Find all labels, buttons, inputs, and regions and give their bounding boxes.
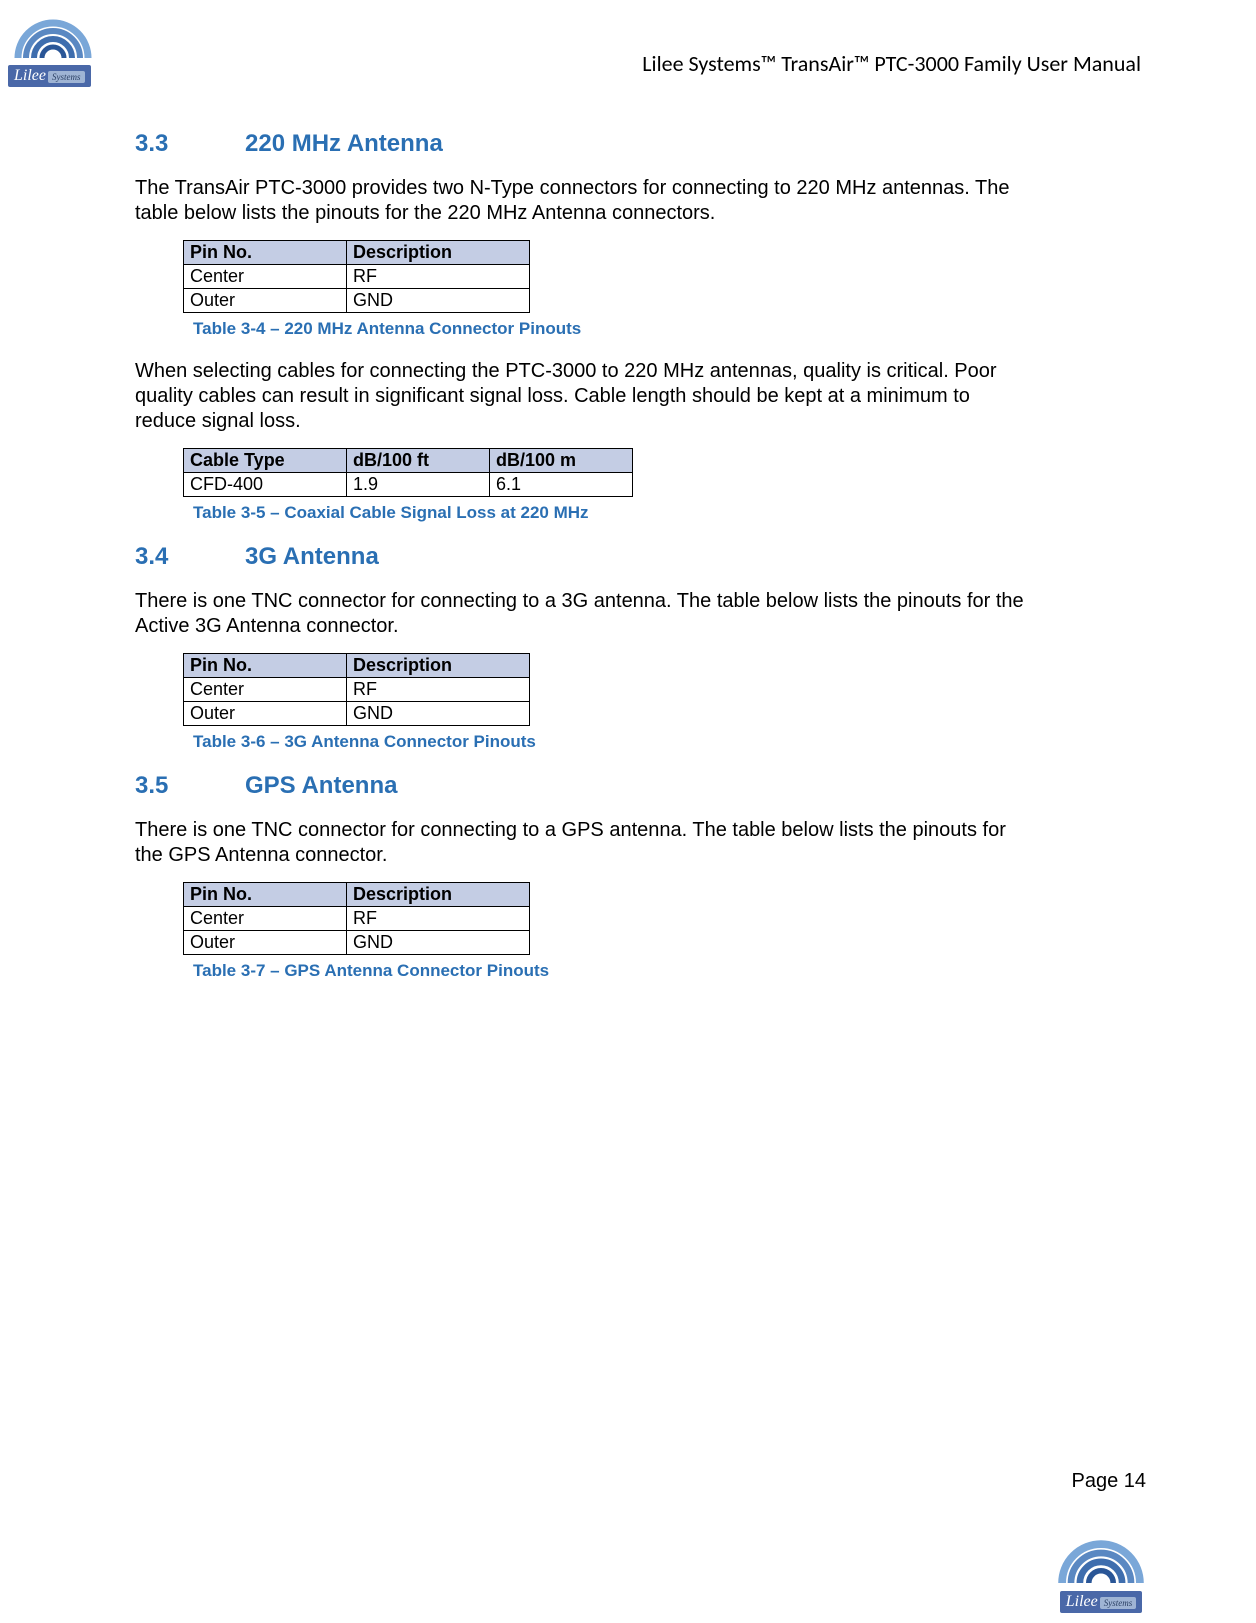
cell: Outer [184, 931, 347, 955]
th-cable-type: Cable Type [184, 449, 347, 473]
arc-icon [1051, 1527, 1151, 1589]
arc-icon [8, 8, 98, 63]
table-3-6: Pin No. Description Center RF Outer GND [183, 653, 1035, 726]
section-heading-3-4: 3.43G Antenna [135, 543, 1035, 571]
brand-badge: LileeSystems [1060, 1591, 1143, 1613]
th-pin-no: Pin No. [184, 654, 347, 678]
th-description: Description [347, 654, 530, 678]
cell: RF [347, 265, 530, 289]
th-description: Description [347, 241, 530, 265]
section-number: 3.5 [135, 772, 245, 800]
table-caption-3-6: Table 3-6 – 3G Antenna Connector Pinouts [193, 732, 1035, 752]
table-row: Center RF [184, 265, 530, 289]
paragraph: There is one TNC connector for connectin… [135, 818, 1035, 868]
table-caption-3-7: Table 3-7 – GPS Antenna Connector Pinout… [193, 961, 1035, 981]
table-caption-3-5: Table 3-5 – Coaxial Cable Signal Loss at… [193, 503, 1035, 523]
table-3-4: Pin No. Description Center RF Outer GND [183, 240, 1035, 313]
cell: Center [184, 265, 347, 289]
cell: Center [184, 678, 347, 702]
cell: GND [347, 931, 530, 955]
th-db-100m: dB/100 m [490, 449, 633, 473]
content-area: 3.3220 MHz Antenna The TransAir PTC-3000… [135, 110, 1035, 1001]
table-3-5: Cable Type dB/100 ft dB/100 m CFD-400 1.… [183, 448, 1035, 497]
cell: RF [347, 678, 530, 702]
section-title: GPS Antenna [245, 772, 397, 799]
paragraph: There is one TNC connector for connectin… [135, 589, 1035, 639]
paragraph: When selecting cables for connecting the… [135, 359, 1035, 434]
cell: GND [347, 289, 530, 313]
cell: 6.1 [490, 473, 633, 497]
th-pin-no: Pin No. [184, 883, 347, 907]
table-caption-3-4: Table 3-4 – 220 MHz Antenna Connector Pi… [193, 319, 1035, 339]
page-header: Lilee Systems™ TransAir™ PTC-3000 Family… [642, 50, 1141, 77]
brand-logo-top: LileeSystems [8, 8, 98, 87]
section-number: 3.4 [135, 543, 245, 571]
table-3-7: Pin No. Description Center RF Outer GND [183, 882, 1035, 955]
brand-badge: LileeSystems [8, 65, 91, 87]
table-row: Center RF [184, 907, 530, 931]
cell: 1.9 [347, 473, 490, 497]
brand-name: Lilee [14, 67, 46, 84]
cell: Center [184, 907, 347, 931]
brand-tag: Systems [48, 71, 85, 83]
document-page: Lilee Systems™ TransAir™ PTC-3000 Family… [0, 0, 1256, 1623]
table-row: Outer GND [184, 702, 530, 726]
page-number: Page 14 [1071, 1470, 1146, 1493]
cell: Outer [184, 702, 347, 726]
section-heading-3-3: 3.3220 MHz Antenna [135, 130, 1035, 158]
cell: Outer [184, 289, 347, 313]
th-pin-no: Pin No. [184, 241, 347, 265]
section-heading-3-5: 3.5GPS Antenna [135, 772, 1035, 800]
table-row: CFD-400 1.9 6.1 [184, 473, 633, 497]
table-row: Outer GND [184, 931, 530, 955]
cell: CFD-400 [184, 473, 347, 497]
th-description: Description [347, 883, 530, 907]
brand-name: Lilee [1066, 1593, 1098, 1610]
th-db-100ft: dB/100 ft [347, 449, 490, 473]
section-title: 220 MHz Antenna [245, 130, 443, 157]
table-row: Center RF [184, 678, 530, 702]
paragraph: The TransAir PTC-3000 provides two N-Typ… [135, 176, 1035, 226]
cell: GND [347, 702, 530, 726]
table-row: Outer GND [184, 289, 530, 313]
brand-tag: Systems [1100, 1597, 1137, 1609]
brand-logo-bottom: LileeSystems [1051, 1527, 1151, 1613]
cell: RF [347, 907, 530, 931]
section-title: 3G Antenna [245, 543, 379, 570]
section-number: 3.3 [135, 130, 245, 158]
